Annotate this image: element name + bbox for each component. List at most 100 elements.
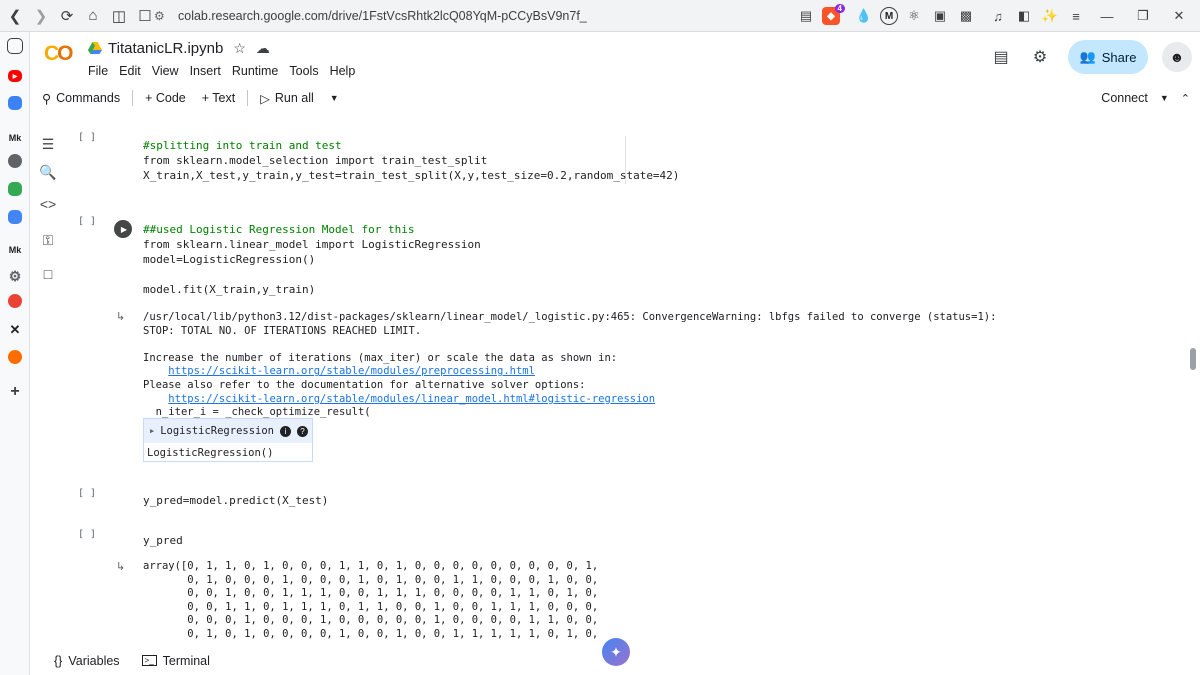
code-cell[interactable]: ##used Logistic Regression Model for thi…: [143, 222, 481, 297]
run-all-dropdown[interactable]: ▼: [322, 86, 347, 110]
reload-icon[interactable]: ⟳: [56, 5, 78, 27]
drop-icon[interactable]: 💧: [854, 6, 874, 26]
split-icon[interactable]: ◫: [108, 5, 130, 27]
code-cell[interactable]: y_pred: [143, 533, 183, 548]
find-icon[interactable]: 🔍: [38, 162, 58, 182]
back-icon[interactable]: ❮: [4, 5, 26, 27]
sheets-ext-icon[interactable]: [8, 182, 22, 196]
menu-edit[interactable]: Edit: [119, 64, 141, 78]
menu-view[interactable]: View: [152, 64, 179, 78]
terminal-button[interactable]: >_ Terminal: [141, 654, 210, 668]
mk-ext-icon[interactable]: Mk: [5, 128, 25, 148]
address-bar[interactable]: ⚙ colab.research.google.com/drive/1FstVc…: [154, 4, 754, 28]
connect-button[interactable]: Connect: [1101, 91, 1148, 105]
gemini-icon[interactable]: ✦: [602, 638, 630, 666]
array-line: array([0, 1, 1, 0, 1, 0, 0, 0, 1, 1, 0, …: [143, 560, 599, 572]
chevron-up-icon[interactable]: ⌃: [1181, 92, 1190, 105]
gear-icon[interactable]: ⚙: [1029, 46, 1051, 68]
notebook-body: [ ] #splitting into train and test from …: [66, 118, 1186, 644]
commands-label: Commands: [56, 91, 121, 105]
code-line: y_pred: [143, 534, 183, 547]
notebook-title[interactable]: TitatanicLR.ipynb: [108, 40, 223, 57]
add-ext-icon[interactable]: +: [5, 382, 25, 402]
code-icon[interactable]: <>: [38, 194, 58, 214]
add-code-button[interactable]: + Code: [137, 86, 194, 110]
extension-sidebar: ▶ Mk Mk ⚙ ✕ +: [0, 32, 30, 675]
menu-runtime[interactable]: Runtime: [232, 64, 279, 78]
cell-run-bracket[interactable]: [ ]: [78, 488, 96, 499]
video-icon[interactable]: ▩: [956, 6, 976, 26]
menu-tools[interactable]: Tools: [289, 64, 318, 78]
chevron-down-icon[interactable]: ▼: [1160, 93, 1169, 103]
docs-ext-icon[interactable]: [8, 210, 22, 224]
menu-insert[interactable]: Insert: [190, 64, 221, 78]
preprocessing-link[interactable]: https://scikit-learn.org/stable/modules/…: [168, 365, 535, 377]
run-cell-button[interactable]: ▶: [114, 220, 132, 238]
add-text-button[interactable]: + Text: [194, 86, 243, 110]
shield-ext-icon[interactable]: [8, 96, 22, 110]
key-icon[interactable]: ⚿: [38, 230, 58, 250]
drive-icon[interactable]: [88, 42, 102, 55]
forward-icon[interactable]: ❯: [30, 5, 52, 27]
restore-icon[interactable]: ❐: [1128, 8, 1158, 24]
bookmark-icon[interactable]: ☐: [134, 5, 156, 27]
logistic-regression-link[interactable]: https://scikit-learn.org/stable/modules/…: [168, 393, 655, 405]
close-window-icon[interactable]: ✕: [1164, 8, 1194, 24]
avatar[interactable]: ☻: [1162, 42, 1192, 72]
search-icon: ⚲: [42, 91, 52, 106]
warning-line: STOP: TOTAL NO. OF ITERATIONS REACHED LI…: [143, 324, 422, 337]
share-button[interactable]: 👥 Share: [1068, 40, 1148, 74]
colab-logo[interactable]: CO: [44, 42, 78, 68]
gear-ext-icon[interactable]: ⚙: [5, 266, 25, 286]
cell-run-bracket[interactable]: [ ]: [78, 132, 96, 143]
folder-icon[interactable]: □: [38, 264, 58, 284]
variables-label: Variables: [68, 653, 120, 668]
star-icon[interactable]: ☆: [233, 40, 246, 57]
x-ext-icon[interactable]: ✕: [5, 320, 25, 340]
reader-icon[interactable]: ▤: [796, 6, 816, 26]
comment-icon[interactable]: ▤: [990, 46, 1012, 68]
hamburger-icon[interactable]: ≡: [1066, 6, 1086, 26]
mk2-ext-icon[interactable]: Mk: [5, 240, 25, 260]
extension-icon[interactable]: ▣: [930, 6, 950, 26]
menu-help[interactable]: Help: [330, 64, 356, 78]
sidebar-toggle-icon[interactable]: [7, 38, 23, 54]
run-all-button[interactable]: ▷ Run all: [252, 86, 322, 110]
home-icon[interactable]: ⌂: [82, 5, 104, 27]
brave-icon[interactable]: ◆ 4: [822, 4, 845, 25]
info-icon[interactable]: i: [280, 425, 292, 437]
model-repr-header[interactable]: ▶ LogisticRegression i ?: [144, 419, 312, 443]
code-cell[interactable]: #splitting into train and test from skle…: [143, 138, 679, 183]
sidebar-icon[interactable]: ◧: [1014, 6, 1034, 26]
help-icon[interactable]: ?: [297, 425, 309, 437]
globe-ext-icon[interactable]: [8, 154, 22, 168]
toolbar-divider: [132, 90, 134, 106]
youtube-icon[interactable]: ▶: [8, 70, 22, 82]
menu-bar: File Edit View Insert Runtime Tools Help: [88, 64, 355, 78]
variables-button[interactable]: {} Variables: [54, 654, 120, 668]
minimize-icon[interactable]: —: [1092, 9, 1122, 24]
code-line: y_pred=model.predict(X_test): [143, 494, 329, 507]
music-icon[interactable]: ♫: [988, 6, 1008, 26]
code-line: #splitting into train and test: [143, 139, 342, 152]
toolbar-divider: [247, 90, 249, 106]
output-toggle-icon[interactable]: ↳: [116, 560, 125, 573]
browser-toolbar: ❮ ❯ ⟳ ⌂ ◫ ☐ ⚙ colab.research.google.com/…: [0, 0, 1200, 32]
cell-run-bracket[interactable]: [ ]: [78, 529, 96, 540]
music-ext-icon[interactable]: [8, 350, 22, 364]
cloud-icon[interactable]: ☁: [256, 40, 270, 57]
menu-file[interactable]: File: [88, 64, 108, 78]
output-toggle-icon[interactable]: ↳: [116, 310, 125, 323]
cell-run-bracket[interactable]: [ ]: [78, 216, 96, 227]
metamask-icon[interactable]: M: [880, 7, 898, 25]
tune-icon[interactable]: ⚙: [154, 9, 170, 23]
commands-button[interactable]: ⚲ Commands: [30, 86, 128, 110]
sparkle-icon[interactable]: ✨: [1040, 6, 1060, 26]
cell-output: /usr/local/lib/python3.12/dist-packages/…: [143, 311, 996, 420]
scrollbar-thumb[interactable]: [1190, 348, 1196, 370]
puzzle-icon[interactable]: ⚛: [904, 6, 924, 26]
code-cell[interactable]: y_pred=model.predict(X_test): [143, 493, 328, 508]
array-line: 0, 0, 1, 1, 0, 1, 1, 1, 0, 1, 1, 0, 0, 1…: [143, 600, 599, 613]
toc-icon[interactable]: ☰: [38, 134, 58, 154]
red-ext-icon[interactable]: [8, 294, 22, 308]
